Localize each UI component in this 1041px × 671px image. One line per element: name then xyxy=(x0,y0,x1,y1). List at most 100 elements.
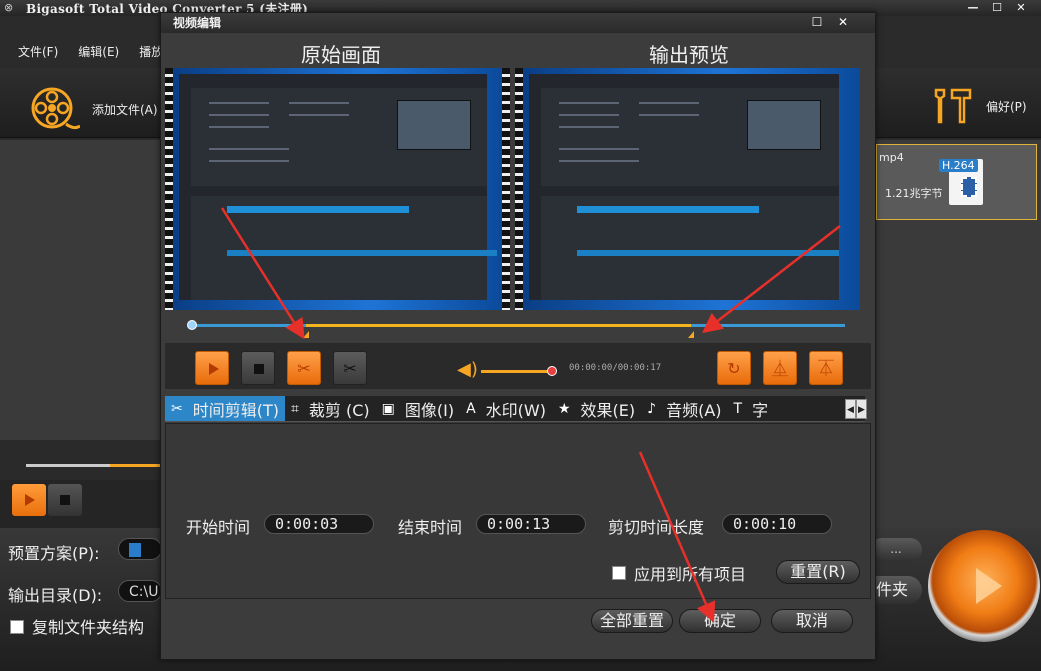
convert-button[interactable] xyxy=(928,530,1040,642)
dialog-titlebar: 视频编辑 ☐ ✕ xyxy=(161,13,875,33)
tab-audio[interactable]: ♪ 音频(A) xyxy=(641,396,727,421)
end-time-field[interactable]: 0:00:13 xyxy=(476,514,586,534)
tools-icon xyxy=(934,88,972,124)
left-seek-bar[interactable] xyxy=(0,440,162,480)
dialog-title: 视频编辑 xyxy=(173,16,222,30)
trim-timeline[interactable] xyxy=(165,311,871,341)
copy-structure-label: 复制文件夹结构 xyxy=(32,618,145,637)
rotate-button[interactable]: ↻ xyxy=(717,351,751,385)
play-button[interactable] xyxy=(195,351,229,385)
tab-scroll-left-icon[interactable]: ◀ xyxy=(845,399,856,419)
screenshot-window xyxy=(179,74,497,300)
file-format: mp4 xyxy=(879,151,904,164)
tab-label: 效果(E) xyxy=(580,400,636,420)
timeline-selection xyxy=(306,324,692,327)
end-marker[interactable] xyxy=(688,331,695,338)
flip-vertical-icon: ⏄ xyxy=(817,359,834,378)
flip-horizontal-button[interactable]: ⏅ xyxy=(763,351,797,385)
file-size: 1.21兆字节 xyxy=(885,187,943,200)
trim-panel: 开始时间 0:00:03 结束时间 0:00:13 剪切时间长度 0:00:10… xyxy=(165,423,871,599)
tab-watermark[interactable]: A 水印(W) xyxy=(460,396,552,421)
preview-video-pane xyxy=(515,68,860,310)
tab-effect[interactable]: ★ 效果(E) xyxy=(552,396,641,421)
reset-all-button[interactable]: 全部重置 xyxy=(591,609,673,633)
preview-pane-title: 输出预览 xyxy=(649,43,729,67)
h264-file-icon: H.264 xyxy=(939,157,983,207)
cut-start-button[interactable]: ✂ xyxy=(287,351,321,385)
screenshot-window xyxy=(529,74,839,300)
copy-structure-checkbox[interactable] xyxy=(10,620,24,634)
filmstrip-right xyxy=(502,68,510,310)
cancel-button[interactable]: 取消 xyxy=(771,609,853,633)
watermark-icon: A xyxy=(466,400,476,417)
dialog-close-button[interactable]: ✕ xyxy=(833,14,853,30)
tab-crop[interactable]: ⌗ 裁剪 (C) xyxy=(285,396,376,421)
volume-slider[interactable] xyxy=(481,370,553,373)
trim-length-label: 剪切时间长度 xyxy=(608,518,705,537)
flip-vertical-button[interactable]: ⏄ xyxy=(809,351,843,385)
time-readout: 00:00:00/00:00:17 xyxy=(569,363,662,373)
scissors-icon: ✂ xyxy=(297,359,311,378)
app-icon: ⊗ xyxy=(4,1,14,14)
close-button[interactable]: ✕ xyxy=(1009,0,1033,15)
reset-button[interactable]: 重置(R) xyxy=(776,560,860,584)
preset-more-button[interactable]: ... xyxy=(870,538,922,562)
menu-edit[interactable]: 编辑(E) xyxy=(78,43,119,60)
tab-trim[interactable]: ✂ 时间剪辑(T) xyxy=(165,396,285,421)
stop-button[interactable] xyxy=(241,351,275,385)
original-video-pane xyxy=(165,68,510,310)
preferences-button[interactable]: 偏好(P) xyxy=(930,86,1027,126)
image-icon: ▣ xyxy=(381,400,395,417)
start-time-label: 开始时间 xyxy=(186,518,251,537)
playhead-knob[interactable] xyxy=(187,320,197,330)
tab-label: 图像(I) xyxy=(404,400,455,420)
playback-controls: ✂ ✂ ◀) 00:00:00/00:00:17 ↻ ⏅ ⏄ xyxy=(165,343,871,389)
video-edit-dialog: 视频编辑 ☐ ✕ 原始画面 输出预览 ✂ ✂ ◀) 00:00:00/00:00… xyxy=(160,12,876,660)
scissors-icon: ✂ xyxy=(343,359,357,378)
rotate-icon: ↻ xyxy=(727,359,741,378)
preset-select[interactable] xyxy=(118,538,162,560)
left-controls xyxy=(0,480,162,528)
filmstrip-left xyxy=(515,68,523,310)
tab-label: 音频(A) xyxy=(666,400,722,420)
preset-label: 预置方案(P): xyxy=(8,544,100,563)
add-file-button[interactable]: 添加文件(A) xyxy=(30,86,158,132)
volume-knob[interactable] xyxy=(547,366,558,376)
add-file-label: 添加文件(A) xyxy=(92,102,158,117)
subtitle-icon: T xyxy=(733,400,743,417)
output-dir-label: 输出目录(D): xyxy=(8,586,103,605)
film-reel-icon xyxy=(31,87,80,130)
scissors-icon: ✂ xyxy=(171,400,183,417)
tab-label: 裁剪 (C) xyxy=(308,400,370,420)
tab-scroll-right-icon[interactable]: ▶ xyxy=(856,399,867,419)
output-dir-field[interactable]: C:\U xyxy=(118,580,162,602)
dialog-maximize-button[interactable]: ☐ xyxy=(807,14,827,30)
start-marker[interactable] xyxy=(303,331,310,338)
preset-icon xyxy=(129,543,141,557)
trim-length-field[interactable]: 0:00:10 xyxy=(722,514,832,534)
crop-icon: ⌗ xyxy=(291,400,299,417)
main-play-button[interactable] xyxy=(12,484,46,516)
maximize-button[interactable]: ☐ xyxy=(985,0,1009,15)
seek-fill xyxy=(110,464,162,467)
tab-scroll: ◀ ▶ xyxy=(845,399,867,419)
tab-subtitle[interactable]: T 字 xyxy=(728,396,775,421)
tab-label: 时间剪辑(T) xyxy=(192,400,279,420)
volume-icon[interactable]: ◀) xyxy=(457,359,478,380)
original-pane-title: 原始画面 xyxy=(301,43,381,67)
minimize-button[interactable]: — xyxy=(961,0,985,15)
flip-horizontal-icon: ⏅ xyxy=(771,359,788,378)
apply-all-label: 应用到所有项目 xyxy=(634,565,747,584)
menu-file[interactable]: 文件(F) xyxy=(18,43,58,60)
cut-end-button[interactable]: ✂ xyxy=(333,351,367,385)
main-stop-button[interactable] xyxy=(48,484,82,516)
apply-all-checkbox[interactable] xyxy=(612,566,626,580)
start-time-field[interactable]: 0:00:03 xyxy=(264,514,374,534)
file-item[interactable]: mp4 1.21兆字节 H.264 xyxy=(876,144,1037,220)
ok-button[interactable]: 确定 xyxy=(679,609,761,633)
music-note-icon: ♪ xyxy=(647,400,657,417)
tab-label: 水印(W) xyxy=(485,400,546,420)
star-icon: ★ xyxy=(557,400,571,417)
tab-image[interactable]: ▣ 图像(I) xyxy=(376,396,460,421)
menu-bar: 文件(F) 编辑(E) 播放 xyxy=(0,36,165,66)
